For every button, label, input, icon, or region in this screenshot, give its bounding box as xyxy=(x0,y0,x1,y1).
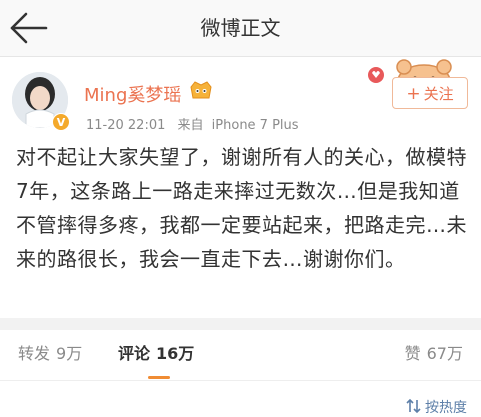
plus-icon: + xyxy=(406,84,421,104)
comment-sort-row: 按热度 xyxy=(0,381,481,416)
post-source: iPhone 7 Plus xyxy=(211,118,299,133)
post-content: 对不起让大家失望了，谢谢所有人的关心，做模特7年，这条路上一路走来摔过无数次…但… xyxy=(16,145,467,271)
section-divider xyxy=(0,318,481,330)
post-header: V Ming奚梦瑶 11-20 22:01 来自 iPhone 7 Plus +… xyxy=(0,57,481,137)
post-time: 11-20 22:01 xyxy=(86,118,166,133)
post-action-tabs: 转发 9万 评论 16万 赞 67万 xyxy=(0,330,481,381)
active-tab-indicator xyxy=(148,376,170,379)
sort-label: 按热度 xyxy=(425,400,467,416)
svg-text:V: V xyxy=(57,116,66,129)
vip-member-icon xyxy=(188,79,214,103)
sort-icon xyxy=(406,398,421,414)
post-meta: 11-20 22:01 来自 iPhone 7 Plus xyxy=(86,114,299,133)
nav-bar: 微博正文 xyxy=(0,0,481,57)
repost-label: 转发 xyxy=(18,344,51,363)
tab-comment[interactable]: 评论 16万 xyxy=(118,330,194,380)
page-title: 微博正文 xyxy=(200,16,281,40)
back-arrow-icon xyxy=(10,12,48,44)
comment-count: 16万 xyxy=(156,344,195,363)
like-label: 赞 xyxy=(404,344,421,363)
verified-badge-icon: V xyxy=(52,113,70,131)
back-button[interactable] xyxy=(8,8,52,48)
comment-label: 评论 xyxy=(118,344,151,363)
follow-label: 关注 xyxy=(423,85,454,103)
tab-like[interactable]: 赞 67万 xyxy=(405,330,463,380)
follow-button[interactable]: + 关注 xyxy=(392,77,468,109)
repost-count: 9万 xyxy=(56,344,83,363)
source-prefix: 来自 xyxy=(177,118,204,133)
like-count: 67万 xyxy=(426,344,463,363)
sort-by-hot-button[interactable]: 按热度 xyxy=(406,397,467,417)
author-name[interactable]: Ming奚梦瑶 xyxy=(84,81,181,107)
tab-repost[interactable]: 转发 9万 xyxy=(18,330,82,380)
